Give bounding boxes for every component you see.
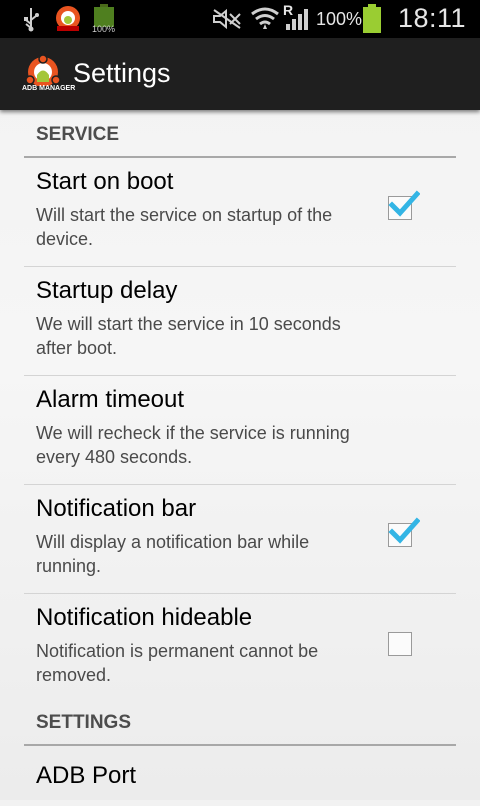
- battery-icon: [362, 4, 382, 39]
- checkmark-icon: [388, 190, 420, 217]
- battery-notification-icon: 100%: [92, 4, 116, 39]
- action-bar: ADB MANAGER Settings: [0, 38, 480, 110]
- checkmark-icon: [388, 517, 420, 544]
- pref-summary: Will start the service on startup of the…: [36, 205, 333, 249]
- mini-battery-label: 100%: [92, 24, 116, 34]
- status-clock: 18:11: [397, 3, 466, 33]
- section-title: SERVICE: [36, 124, 120, 145]
- pref-title: Alarm timeout: [36, 386, 185, 413]
- pref-start-on-boot[interactable]: Start on boot Will start the service on …: [24, 158, 456, 267]
- pref-title: Startup delay: [36, 277, 178, 304]
- pref-startup-delay[interactable]: Startup delay We will start the service …: [24, 267, 456, 376]
- pref-alarm-timeout[interactable]: Alarm timeout We will recheck if the ser…: [24, 376, 456, 485]
- notification-bar-checkbox[interactable]: [388, 517, 420, 547]
- pref-title: Notification bar: [36, 495, 197, 522]
- start-on-boot-checkbox[interactable]: [388, 190, 420, 220]
- status-bar: 100% R 100% 18:11: [0, 0, 480, 38]
- pref-summary: Notification is permanent cannot be remo…: [36, 641, 319, 685]
- usb-icon: [20, 6, 42, 37]
- section-header-settings: SETTINGS: [24, 698, 456, 746]
- pref-adb-port[interactable]: ADB Port: [24, 746, 456, 806]
- page-title: Settings: [73, 58, 171, 88]
- pref-title: ADB Port: [36, 762, 137, 789]
- app-logo-text: ADB MANAGER: [22, 85, 76, 92]
- section-header-service: SERVICE: [24, 110, 456, 158]
- preference-list: SERVICE Start on boot Will start the ser…: [24, 110, 456, 806]
- wifi-icon: [250, 4, 280, 37]
- pref-title: Start on boot: [36, 168, 174, 195]
- pref-notification-bar[interactable]: Notification bar Will display a notifica…: [24, 485, 456, 594]
- app-notification-icon: [54, 4, 82, 37]
- pref-notification-hideable[interactable]: Notification hideable Notification is pe…: [24, 594, 456, 698]
- section-title: SETTINGS: [36, 712, 132, 733]
- pref-summary: Will display a notification bar while ru…: [36, 532, 310, 576]
- pref-title: Notification hideable: [36, 604, 253, 631]
- mute-icon: [212, 8, 242, 35]
- pref-summary: We will recheck if the service is runnin…: [36, 423, 350, 467]
- app-logo-icon[interactable]: ADB MANAGER: [20, 54, 75, 101]
- signal-icon: [284, 6, 310, 37]
- battery-percent: 100%: [316, 9, 363, 29]
- notification-hideable-checkbox[interactable]: [388, 632, 412, 656]
- pref-summary: We will start the service in 10 seconds …: [36, 314, 341, 358]
